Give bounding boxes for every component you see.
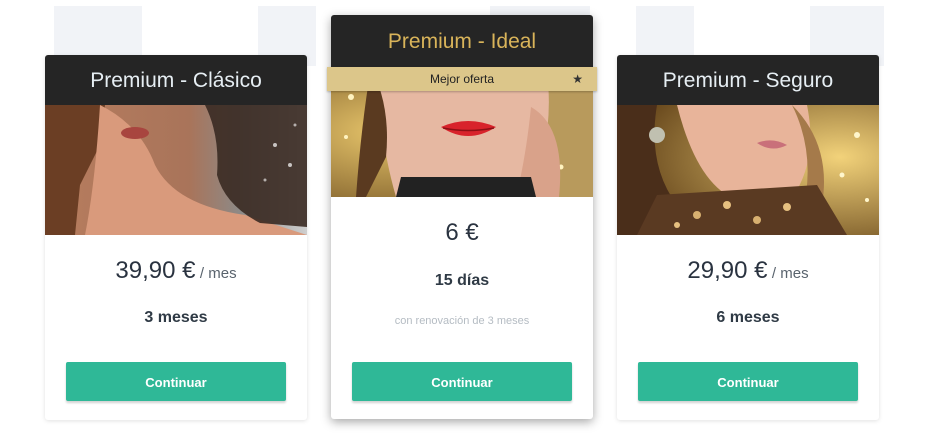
plan-photo [617,105,879,235]
price-amount: 39,90 € [115,257,196,284]
plan-price: 39,90 € / mes [45,257,307,285]
plan-duration: 15 días [434,272,490,289]
plan-price: 6 € [331,219,593,247]
price-amount: 29,90 € [687,257,768,284]
plan-duration: 6 meses [716,309,780,326]
price-amount: 6 € [445,219,479,246]
plan-title: Premium - Clásico [45,55,307,105]
plan-photo [45,105,307,235]
continue-button[interactable]: Continuar [66,362,286,401]
star-icon: ★ [572,72,583,86]
continue-button[interactable]: Continuar [352,362,572,401]
continue-button[interactable]: Continuar [638,362,858,401]
renewal-note: con renovación de 3 meses [394,315,530,327]
best-offer-ribbon: Mejor oferta ★ [327,67,597,91]
plan-duration: 3 meses [144,309,208,326]
plan-card-seguro: Premium - Seguro 29,90 € / mes 6 meses C… [617,55,879,420]
price-unit: / mes [199,265,237,282]
plan-price: 29,90 € / mes [617,257,879,285]
plan-card-ideal: Premium - Ideal Mejor oferta ★ 6 € 15 dí… [327,15,597,419]
plan-card-clasico: Premium - Clásico 39,90 € / mes 3 meses … [45,55,307,420]
price-unit: / mes [771,265,809,282]
plan-title: Premium - Ideal [331,15,593,67]
badge-label: Mejor oferta [429,72,495,86]
plan-title: Premium - Seguro [617,55,879,105]
